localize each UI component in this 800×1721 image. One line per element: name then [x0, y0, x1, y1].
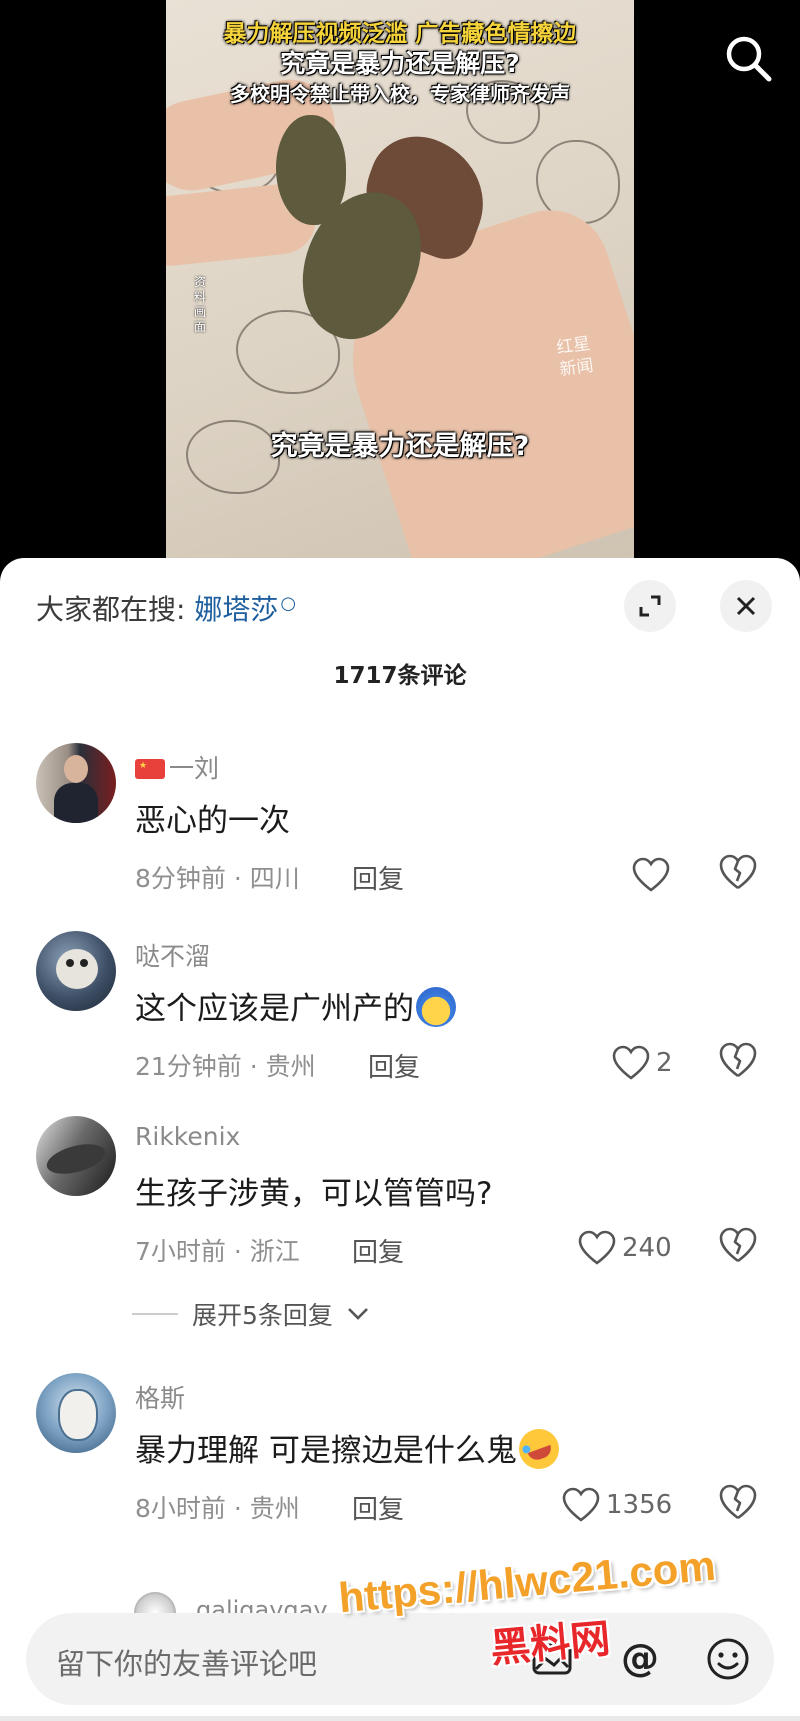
broken-heart-icon: [719, 1042, 757, 1078]
dislike-button[interactable]: [718, 853, 762, 897]
trending-label: 大家都在搜:: [36, 593, 186, 626]
heart-icon: [578, 1230, 616, 1265]
avatar-body: [54, 783, 98, 823]
comment-username[interactable]: 哒不溜: [135, 937, 210, 973]
avatar-eye: [66, 959, 74, 967]
comment-username[interactable]: ★ 一刘: [135, 749, 219, 785]
comment-text: 恶心的一次: [135, 803, 290, 839]
trending-search[interactable]: 大家都在搜: 娜塔莎 ○: [36, 588, 296, 628]
bottom-divider: [0, 1716, 800, 1721]
comment-time: 21分钟前: [135, 1052, 242, 1081]
cold-sweat-emoji-icon: [416, 987, 456, 1027]
expand-replies-label: 展开5条回复: [192, 1301, 333, 1330]
comment-time: 8分钟前: [135, 864, 226, 893]
dislike-button[interactable]: [718, 1483, 762, 1527]
video-player[interactable]: 暴力解压视频泛滥 广告藏色情擦边 究竟是暴力还是解压? 多校明令禁止带入校，专家…: [0, 0, 800, 560]
avatar-face: [64, 755, 88, 783]
mention-button[interactable]: @: [616, 1635, 664, 1683]
headline-sub: 多校明令禁止带入校，专家律师齐发声: [230, 82, 570, 106]
expand-sheet-button[interactable]: [624, 580, 676, 632]
comment-location: 贵州: [265, 1052, 316, 1081]
like-count: 2: [656, 1048, 673, 1078]
expand-icon: [639, 595, 661, 617]
comment-text: 生孩子涉黄，可以管管吗?: [135, 1176, 493, 1212]
emoji-button[interactable]: [704, 1635, 752, 1683]
reply-button[interactable]: 回复: [352, 859, 404, 896]
news-watermark: 红星 新闻: [555, 333, 595, 381]
heart-icon: [562, 1487, 600, 1522]
comment-text: 这个应该是广州产的: [135, 983, 456, 1028]
avatar[interactable]: [36, 1373, 116, 1453]
avatar-figure: [43, 1138, 109, 1180]
avatar[interactable]: [36, 931, 116, 1011]
trending-keyword[interactable]: 娜塔莎: [194, 593, 278, 626]
search-small-icon: ○: [280, 592, 297, 614]
comment-text-body: 暴力理解 可是擦边是什么鬼: [135, 1433, 517, 1469]
dislike-button[interactable]: [718, 1041, 762, 1085]
avatar[interactable]: [36, 743, 116, 823]
broken-heart-icon: [719, 854, 757, 890]
heart-icon: [612, 1045, 650, 1080]
close-icon: [736, 596, 756, 616]
comment-time: 8小时前: [135, 1494, 226, 1523]
comment-meta: 8分钟前 · 四川: [135, 864, 300, 893]
comment-sheet: 大家都在搜: 娜塔莎 ○ 1717条评论 ★ 一刘 恶心的一次 8分钟前 · 四川 …: [0, 558, 800, 1721]
comment-text: 暴力理解 可是擦边是什么鬼: [135, 1423, 565, 1475]
video-frame: 暴力解压视频泛滥 广告藏色情擦边 究竟是暴力还是解压? 多校明令禁止带入校，专家…: [166, 0, 634, 560]
reply-button[interactable]: 回复: [352, 1232, 404, 1269]
avatar-face: [58, 1389, 98, 1441]
headline-question: 究竟是暴力还是解压?: [280, 49, 520, 78]
comment-input-placeholder[interactable]: 留下你的友善评论吧: [56, 1641, 317, 1683]
rofl-emoji-icon: [513, 1423, 565, 1475]
headline-yellow: 暴力解压视频泛滥 广告藏色情擦边: [223, 21, 577, 47]
search-icon: [726, 36, 772, 82]
comment-item: Rikkenix 生孩子涉黄，可以管管吗? 7小时前 · 浙江 回复 240: [0, 1116, 800, 1286]
watermark-line2: 新闻: [558, 355, 595, 381]
avatar-dog: [56, 949, 98, 989]
at-mention-icon: @: [621, 1636, 659, 1680]
chevron-down-icon: [347, 1308, 368, 1320]
comment-meta: 8小时前 · 贵州: [135, 1494, 300, 1523]
divider-line: [132, 1313, 178, 1315]
close-button[interactable]: [720, 580, 772, 632]
like-button[interactable]: 240: [578, 1226, 672, 1270]
comment-time: 7小时前: [135, 1237, 226, 1266]
comment-location: 浙江: [249, 1237, 300, 1266]
comment-count: 1717条评论: [333, 663, 467, 689]
broken-heart-icon: [719, 1484, 757, 1520]
like-button[interactable]: 1356: [562, 1483, 672, 1527]
reply-button[interactable]: 回复: [368, 1047, 420, 1084]
comment-item: 哒不溜 这个应该是广州产的 21分钟前 · 贵州 回复 2: [0, 931, 800, 1101]
reply-button[interactable]: 回复: [352, 1489, 404, 1526]
heart-icon: [632, 857, 670, 892]
video-caption: 究竟是暴力还是解压?: [270, 431, 530, 462]
comment-text-body: 这个应该是广州产的: [135, 991, 414, 1027]
comment-input-bar[interactable]: 留下你的友善评论吧 @: [26, 1613, 774, 1705]
comment-username[interactable]: Rikkenix: [135, 1122, 240, 1151]
like-count: 240: [622, 1233, 672, 1263]
broken-heart-icon: [719, 1227, 757, 1263]
china-flag-icon: ★: [135, 759, 165, 779]
watermark-site-name: 黑料网: [488, 1616, 613, 1672]
like-button[interactable]: [632, 853, 676, 897]
comment-meta: 7小时前 · 浙江: [135, 1237, 300, 1266]
comment-item: ★ 一刘 恶心的一次 8分钟前 · 四川 回复: [0, 743, 800, 913]
comment-location: 贵州: [249, 1494, 300, 1523]
dislike-button[interactable]: [718, 1226, 762, 1270]
footage-note: 资料画面: [194, 275, 207, 334]
comment-location: 四川: [249, 864, 300, 893]
comment-username[interactable]: 格斯: [135, 1379, 185, 1415]
smiley-icon: [707, 1638, 749, 1680]
comment-meta: 21分钟前 · 贵州: [135, 1052, 316, 1081]
like-button[interactable]: 2: [612, 1041, 673, 1085]
svg-text:@: @: [621, 1636, 659, 1680]
like-count: 1356: [606, 1490, 673, 1520]
avatar[interactable]: [36, 1116, 116, 1196]
comment-item: 格斯 暴力理解 可是擦边是什么鬼 8小时前 · 贵州 回复 1356: [0, 1373, 800, 1543]
avatar-eye: [80, 959, 88, 967]
username-text: 一刘: [169, 754, 220, 783]
expand-replies-button[interactable]: 展开5条回复: [132, 1296, 369, 1332]
search-button[interactable]: [722, 32, 774, 84]
